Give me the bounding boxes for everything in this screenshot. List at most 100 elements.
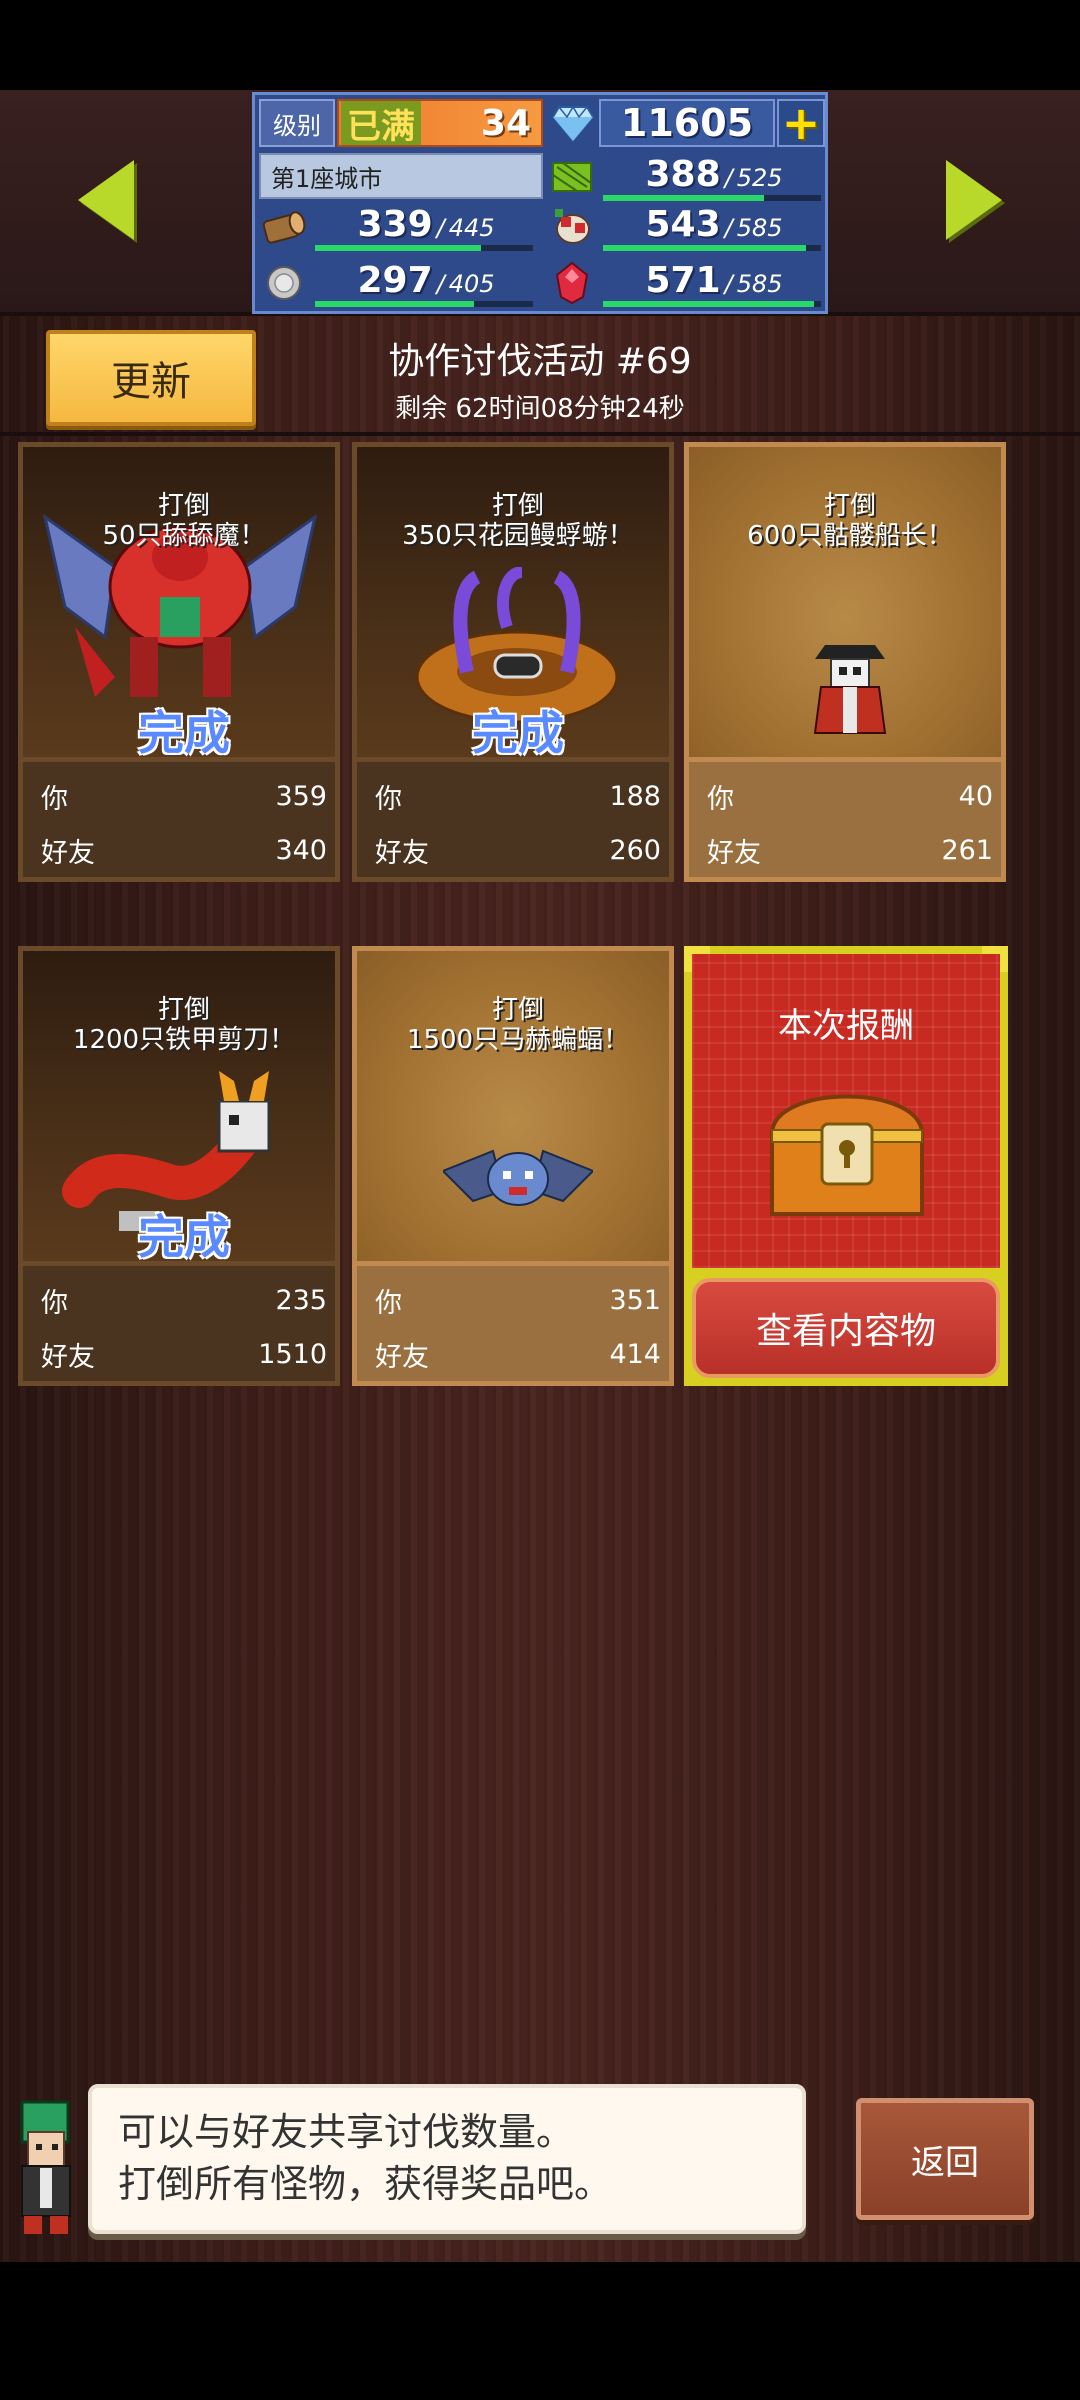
ruby-current: 571 <box>645 260 721 301</box>
herb-icon <box>552 162 592 192</box>
stone-max: 405 <box>448 270 495 298</box>
back-button[interactable]: 返回 <box>856 2098 1034 2220</box>
friend-label: 好友 <box>41 837 95 869</box>
diamond-icon <box>551 105 595 143</box>
quest-text: 打倒 600只骷髅船长！ <box>689 491 1011 551</box>
update-button[interactable]: 更新 <box>46 330 256 426</box>
ruby-max: 585 <box>736 270 783 298</box>
event-title: 协作讨伐活动 #69 <box>388 341 692 382</box>
friend-label: 好友 <box>375 837 429 869</box>
level-bar: 已满 34 <box>337 99 543 147</box>
you-row: 你 40 <box>707 776 993 816</box>
quest-card-5[interactable]: 打倒 1500只马赫蝙蝠！ 你 351 好友 414 <box>352 946 674 1386</box>
stone-icon <box>267 266 301 300</box>
quest-stats: 你 188 好友 260 <box>352 762 674 882</box>
dialog-box: 可以与好友共享讨伐数量。 打倒所有怪物，获得奖品吧。 <box>88 2084 806 2234</box>
resource-meat: 543 / 585 <box>547 203 827 251</box>
done-label: 完成 <box>138 1210 230 1264</box>
level-label: 级别 <box>259 99 335 147</box>
header-divider <box>0 432 1080 436</box>
you-count: 359 <box>275 780 327 812</box>
ruby-bar-fill <box>603 301 815 307</box>
meat-bar-fill <box>603 245 806 251</box>
wood-current: 339 <box>357 204 433 245</box>
meat-max: 585 <box>736 214 783 242</box>
friend-count: 340 <box>275 834 327 866</box>
quest-line-1: 打倒 <box>157 491 210 521</box>
friend-count: 261 <box>941 834 993 866</box>
quest-line-1: 打倒 <box>823 491 876 521</box>
prev-arrow-icon[interactable] <box>78 160 134 240</box>
quest-line-2: 600只骷髅船长！ <box>747 521 953 551</box>
stone-separator: / <box>436 270 445 298</box>
mach-bat-sprite <box>443 1149 593 1206</box>
you-row: 你 188 <box>375 776 661 816</box>
reward-panel: 本次报酬 <box>692 954 1000 1268</box>
wood-max: 445 <box>448 214 495 242</box>
ruby-icon <box>555 261 589 305</box>
you-label: 你 <box>375 783 402 815</box>
status-bar-area <box>0 0 1080 90</box>
you-label: 你 <box>41 1287 68 1319</box>
nav-bar-area <box>0 2262 1080 2400</box>
quest-text: 打倒 50只舔舔魔！ <box>23 491 345 551</box>
ruby-separator: / <box>724 270 733 298</box>
you-count: 188 <box>609 780 661 812</box>
herb-separator: / <box>724 164 733 192</box>
friend-label: 好友 <box>375 1341 429 1373</box>
herb-current: 388 <box>645 154 721 195</box>
meat-separator: / <box>724 214 733 242</box>
herb-bar-track <box>603 195 821 201</box>
stone-bar-track <box>315 301 533 307</box>
quest-stats: 你 359 好友 340 <box>18 762 340 882</box>
you-row: 你 351 <box>375 1280 661 1320</box>
meat-bar-track <box>603 245 821 251</box>
resource-stone: 297 / 405 <box>259 259 543 307</box>
dialog-line-1: 可以与好友共享讨伐数量。 <box>118 2110 575 2154</box>
level-value: 34 <box>480 102 531 144</box>
friend-row: 好友 340 <box>41 830 327 870</box>
friend-count: 1510 <box>258 1338 327 1370</box>
guide-character-avatar <box>20 2100 71 2234</box>
stone-current: 297 <box>357 260 433 301</box>
wood-bar-fill <box>315 245 481 251</box>
friend-count: 260 <box>609 834 661 866</box>
quest-card-3[interactable]: 打倒 600只骷髅船长！ 你 40 好友 261 <box>684 442 1006 882</box>
you-label: 你 <box>375 1287 402 1319</box>
quest-card-2[interactable]: 打倒 350只花园鳗蜉蝣！ 完成 你 188 好友 260 <box>352 442 674 882</box>
you-count: 235 <box>275 1284 327 1316</box>
friend-row: 好友 261 <box>707 830 993 870</box>
quest-text: 打倒 1200只铁甲剪刀！ <box>23 995 345 1055</box>
meat-icon <box>555 209 590 244</box>
friend-row: 好友 260 <box>375 830 661 870</box>
quest-text: 打倒 1500只马赫蝙蝠！ <box>357 995 679 1055</box>
quest-line-2: 50只舔舔魔！ <box>102 521 266 551</box>
quest-card-image: 打倒 350只花园鳗蜉蝣！ 完成 <box>352 442 674 762</box>
quest-line-1: 打倒 <box>491 995 544 1025</box>
add-gems-button[interactable]: + <box>777 96 825 150</box>
herb-max: 525 <box>736 164 783 192</box>
city-name: 第1座城市 <box>259 153 543 199</box>
quest-card-1[interactable]: 打倒 50只舔舔魔！ 完成 你 359 好友 340 <box>18 442 340 882</box>
you-label: 你 <box>707 783 734 815</box>
resource-ruby: 571 / 585 <box>547 259 827 307</box>
gem-count: 11605 <box>599 99 775 147</box>
friend-label: 好友 <box>707 837 761 869</box>
done-label: 完成 <box>472 706 564 760</box>
dialog-line-2: 打倒所有怪物，获得奖品吧。 <box>118 2162 613 2206</box>
view-contents-button[interactable]: 查看内容物 <box>692 1278 1000 1378</box>
next-arrow-icon[interactable] <box>946 160 1002 240</box>
wood-separator: / <box>436 214 445 242</box>
stone-bar-fill <box>315 301 475 307</box>
quest-line-2: 1500只马赫蝙蝠！ <box>406 1025 630 1055</box>
you-label: 你 <box>41 783 68 815</box>
resource-herb: 388 / 525 <box>547 153 827 201</box>
stat-panel: 级别 已满 34 11605 + 第1座城市 388 / 525 339 / 4… <box>252 92 828 314</box>
quest-card-4[interactable]: 打倒 1200只铁甲剪刀！ 完成 你 235 好友 1510 <box>18 946 340 1386</box>
quest-line-2: 350只花园鳗蜉蝣！ <box>402 521 634 551</box>
reward-card[interactable]: 本次报酬 查看内容物 <box>684 946 1008 1386</box>
you-count: 40 <box>958 780 993 812</box>
friend-row: 好友 414 <box>375 1334 661 1374</box>
skeleton-captain-sprite <box>813 645 887 734</box>
you-row: 你 359 <box>41 776 327 816</box>
